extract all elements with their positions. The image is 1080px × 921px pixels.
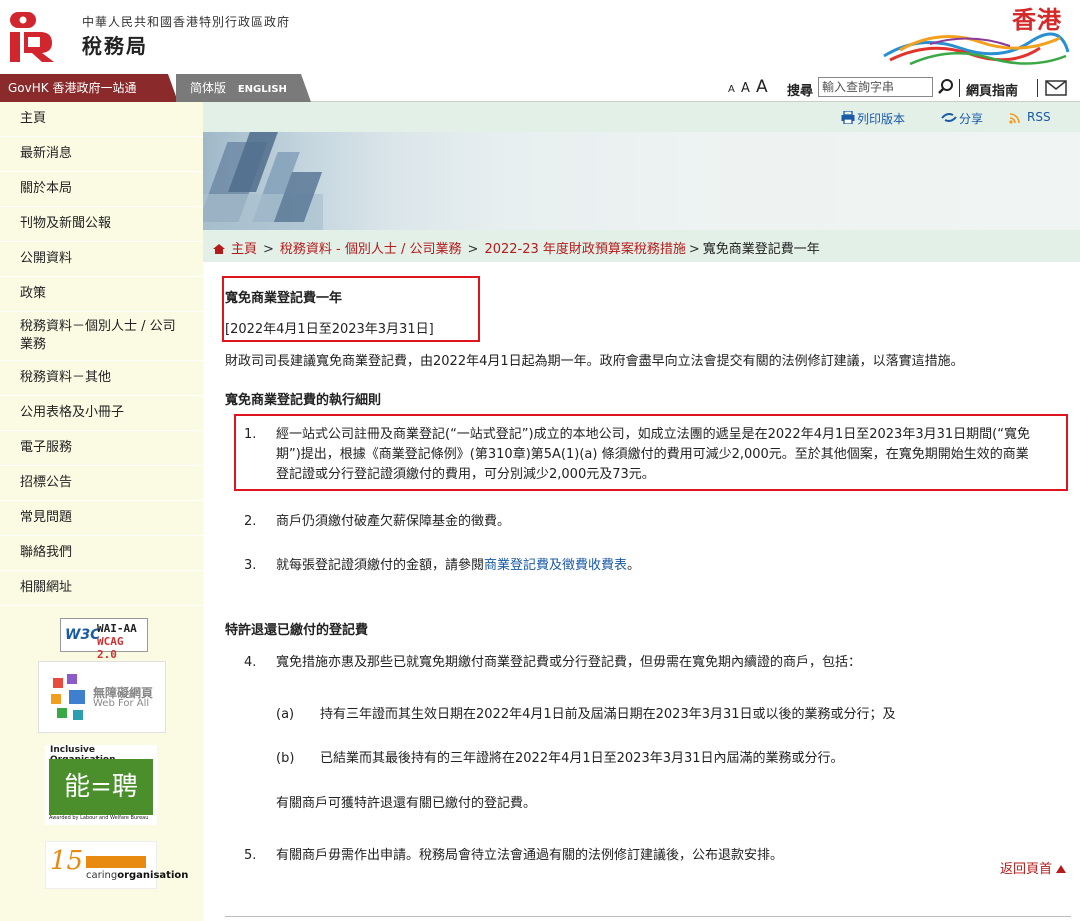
department-name: 稅務局 [82, 34, 148, 58]
font-size-controls: A A A [728, 77, 770, 97]
share-link[interactable]: 分享 [959, 110, 983, 127]
list-item-4a-text: 持有三年證而其生效日期在2022年4月1日前及屆滿日期在2023年3月31日或以… [320, 707, 896, 722]
brand-hong-kong-dragon-icon [883, 32, 1070, 66]
caring-years-number: 15 [50, 846, 84, 876]
divider [225, 916, 1071, 917]
search-label: 搜尋 [787, 84, 814, 99]
share-icon[interactable] [941, 112, 957, 123]
print-version-link[interactable]: 列印版本 [857, 110, 905, 127]
print-icon[interactable] [841, 111, 855, 124]
wai-aa-label: WAI-AA WCAG 2.0 [97, 622, 137, 661]
list-number: 2. [244, 514, 257, 529]
sidebar-item-whats-new[interactable]: 最新消息 [0, 137, 203, 172]
page-title: 寬免商業登記費一年 [225, 291, 343, 306]
sidebar-item-contact-us[interactable]: 聯絡我們 [0, 536, 203, 571]
breadcrumb: 主頁 > 稅務資料 - 個別人士 / 公司業務 >2022-23 年度財政預算案稅務措… [203, 230, 1080, 262]
sidebar-item-about-us[interactable]: 關於本局 [0, 172, 203, 207]
sidebar-item-tenders[interactable]: 招標公告 [0, 466, 203, 501]
sidebar-item-tax-others[interactable]: 稅務資料－其他 [0, 361, 203, 396]
list-item-4-note: 有關商戶可獲特許退還有關已繳付的登記費。 [276, 796, 537, 811]
sidebar-item-e-services[interactable]: 電子服務 [0, 431, 203, 466]
breadcrumb-home[interactable]: 主頁 [231, 242, 257, 257]
caring-organisation-badge[interactable]: 15 caringorganisation [45, 841, 188, 889]
mail-icon[interactable] [1045, 80, 1067, 96]
web-for-all-en: Web For All [93, 698, 150, 709]
nav-divider [1037, 79, 1038, 97]
font-medium-button[interactable]: A [741, 81, 750, 96]
list-item-1-line3: 登記證或分行登記證須繳付的費用，可分別減少2,000元及73元。 [276, 467, 655, 482]
breadcrumb-separator: > [263, 242, 274, 257]
sidebar-item-public-information[interactable]: 公開資料 [0, 242, 203, 277]
sidebar-item-tax-individuals-business[interactable]: 稅務資料－個別人士 / 公司業務 [0, 312, 203, 361]
sitemap-link[interactable]: 網頁指南 [966, 80, 1018, 99]
rss-icon[interactable] [1009, 113, 1020, 124]
breadcrumb-tax-individuals-business[interactable]: 稅務資料 - 個別人士 / 公司業務 [280, 242, 462, 257]
sidebar-menu: 主頁 最新消息 關於本局 刊物及新聞公報 公開資料 政策 稅務資料－個別人士 /… [0, 102, 203, 606]
list-item-1-line1: 經一站式公司註冊及商業登記(“一站式登記”)成立的本地公司，如成立法團的遞呈是在… [276, 427, 1030, 442]
breadcrumb-budget-measures[interactable]: 2022-23 年度財政預算案稅務措施 [484, 242, 685, 257]
inclusive-organisation-award: Awarded by Labour and Welfare Bureau [49, 815, 149, 821]
inclusive-organisation-badge[interactable]: Inclusive Organisation 能=聘 Awarded by La… [45, 745, 157, 825]
simplified-chinese-link[interactable]: 简体版 [190, 81, 226, 95]
font-small-button[interactable]: A [728, 84, 735, 95]
breadcrumb-separator: > [467, 242, 479, 257]
list-letter: (b) [276, 751, 295, 766]
back-to-top-icon [1056, 865, 1066, 873]
list-item-3-text: 就每張登記證須繳付的金額，請參閱商業登記費及徵費收費表。 [276, 558, 641, 573]
section-heading-implementation: 寬免商業登記費的執行細則 [225, 393, 382, 408]
intro-paragraph: 財政司司長建議寬免商業登記費，由2022年4月1日起為期一年。政府會盡早向立法會… [225, 354, 964, 369]
sidebar-item-faq[interactable]: 常見問題 [0, 501, 203, 536]
english-link[interactable]: ENGLISH [238, 84, 287, 95]
breadcrumb-trail: 主頁 > 稅務資料 - 個別人士 / 公司業務 >2022-23 年度財政預算案稅務措… [213, 238, 820, 257]
list-letter: (a) [276, 707, 295, 722]
sidebar-item-publications[interactable]: 刊物及新聞公報 [0, 207, 203, 242]
language-switcher: 简体版 ENGLISH [176, 74, 311, 102]
sidebar-item-home[interactable]: 主頁 [0, 102, 203, 137]
fee-schedule-link[interactable]: 商業登記費及徵費收費表 [484, 558, 627, 573]
list-number: 1. [244, 427, 257, 442]
search-input[interactable] [818, 77, 933, 97]
w3c-wcag-badge[interactable]: W3C WAI-AA WCAG 2.0 [60, 618, 148, 661]
main-content: 寬免商業登記費一年 [2022年4月1日至2023年3月31日] 財政司司長建議… [203, 262, 1080, 921]
govhk-link[interactable]: GovHK 香港政府一站通 [0, 74, 178, 102]
breadcrumb-current: 寬免商業登記費一年 [702, 242, 820, 257]
back-to-top-link[interactable]: 返回頁首 [1000, 858, 1066, 877]
sidebar: 主頁 最新消息 關於本局 刊物及新聞公報 公開資料 政策 稅務資料－個別人士 /… [0, 102, 203, 921]
sidebar-item-related-sites[interactable]: 相關網址 [0, 571, 203, 606]
list-item-1-line2: 期”)提出，根據《商業登記條例》(第310章)第5A(1)(a) 條須繳付的費用… [276, 447, 1029, 462]
sidebar-item-policy[interactable]: 政策 [0, 277, 203, 312]
web-for-all-badge[interactable]: 無障礙網頁 Web For All [38, 661, 166, 733]
caring-banner-bar [86, 856, 146, 868]
page-banner-image [203, 132, 1080, 230]
nav-divider [959, 79, 960, 97]
ird-logo-icon[interactable] [10, 10, 72, 62]
section-heading-refund: 特許退還已繳付的登記費 [225, 623, 369, 638]
concession-period: [2022年4月1日至2023年3月31日] [225, 322, 434, 337]
rss-link[interactable]: RSS [1027, 110, 1051, 124]
list-item-2-text: 商戶仍須繳付破產欠薪保障基金的徵費。 [276, 514, 511, 529]
home-icon [213, 244, 225, 254]
top-nav-bar: GovHK 香港政府一站通 简体版 ENGLISH A A A 搜尋 網頁指南 [0, 74, 1080, 102]
list-item-4-text: 寬免措施亦惠及那些已就寬免期繳付商業登記費或分行登記費，但毋需在寬免期內續證的商… [276, 655, 862, 670]
list-number: 5. [244, 848, 257, 863]
font-large-button[interactable]: A [756, 77, 768, 97]
list-number: 3. [244, 558, 257, 573]
utility-bar: 列印版本 分享 RSS [203, 102, 1080, 132]
list-item-4b-text: 已結業而其最後持有的三年證將在2022年4月1日至2023年3月31日內屆滿的業… [320, 751, 844, 766]
government-name: 中華人民共和國香港特別行政區政府 [82, 15, 291, 29]
caring-organisation-text: caringorganisation [86, 870, 189, 881]
web-for-all-icon [51, 674, 85, 720]
site-header: 中華人民共和國香港特別行政區政府 稅務局 香港 [0, 0, 1080, 72]
breadcrumb-separator: > [688, 242, 700, 257]
sidebar-item-forms[interactable]: 公用表格及小冊子 [0, 396, 203, 431]
inclusive-organisation-logo-icon: 能=聘 [49, 759, 153, 815]
w3c-logo-text: W3C [65, 627, 101, 643]
list-number: 4. [244, 655, 257, 670]
search-icon[interactable] [937, 78, 955, 96]
list-item-5-text: 有關商戶毋需作出申請。稅務局會待立法會通過有關的法例修訂建議後，公布退款安排。 [276, 848, 784, 863]
